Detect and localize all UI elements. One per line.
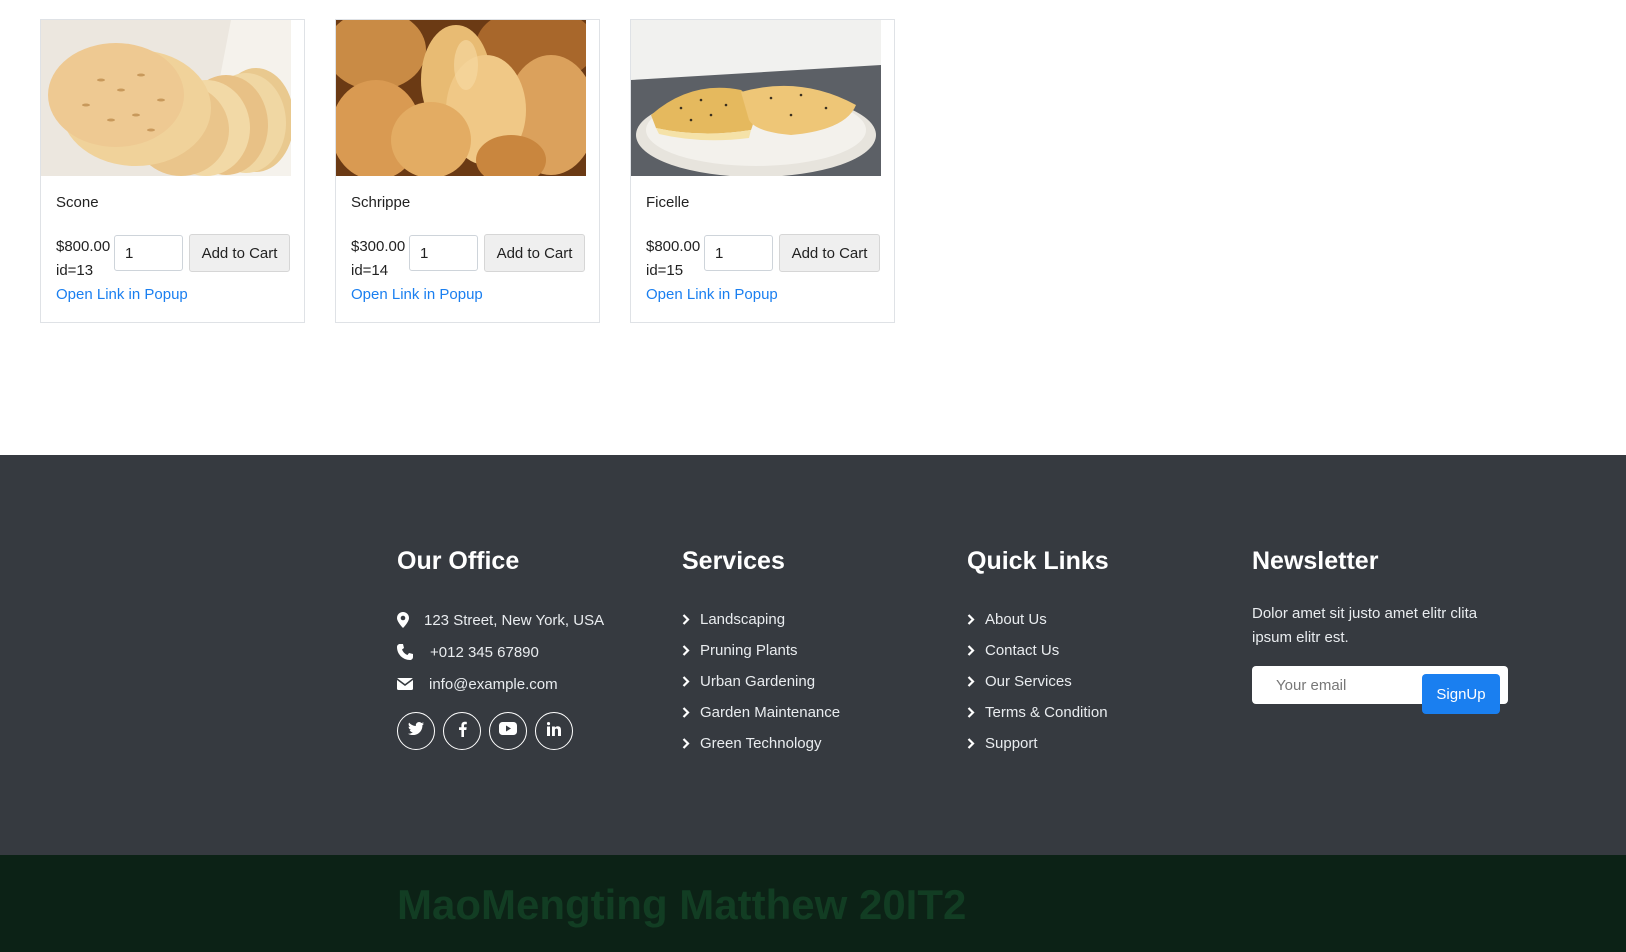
chevron-right-icon bbox=[967, 707, 985, 718]
site-footer: Our Office 123 Street, New York, USA +01… bbox=[0, 455, 1626, 855]
product-id: id=14 bbox=[351, 262, 389, 279]
email-input[interactable] bbox=[1252, 666, 1422, 704]
chevron-right-icon bbox=[682, 614, 700, 625]
product-price: $800.00 bbox=[646, 238, 701, 255]
phone-icon bbox=[397, 644, 425, 660]
address-line: 123 Street, New York, USA bbox=[397, 604, 604, 636]
chevron-right-icon bbox=[967, 738, 985, 749]
address-text: 123 Street, New York, USA bbox=[424, 611, 605, 629]
quick-links-column: Quick Links About Us Contact Us Our Serv… bbox=[967, 547, 1109, 759]
service-link-label: Landscaping bbox=[700, 611, 786, 628]
quick-link-label: Terms & Condition bbox=[985, 704, 1108, 721]
newsletter-text: Dolor amet sit justo amet elitr clita ip… bbox=[1252, 605, 1478, 646]
quick-links-title: Quick Links bbox=[967, 547, 1109, 575]
product-grid: Scone $800.00 id=13 Add to Cart Open Lin… bbox=[40, 19, 900, 323]
chevron-right-icon bbox=[682, 738, 700, 749]
chevron-right-icon bbox=[967, 614, 985, 625]
quick-link[interactable]: Support bbox=[967, 728, 1109, 759]
twitter-icon bbox=[408, 722, 424, 740]
quick-link-label: Contact Us bbox=[985, 642, 1060, 659]
product-card: Schrippe $300.00 id=14 Add to Cart Open … bbox=[335, 19, 600, 323]
youtube-icon bbox=[499, 722, 517, 740]
quick-link-label: About Us bbox=[985, 611, 1047, 628]
services-column: Services Landscaping Pruning Plants Urba… bbox=[682, 547, 840, 759]
facebook-icon bbox=[458, 721, 467, 742]
service-link-label: Green Technology bbox=[700, 735, 822, 752]
email-line: info@example.com bbox=[397, 668, 604, 700]
quick-link-label: Our Services bbox=[985, 673, 1072, 690]
quick-link[interactable]: Contact Us bbox=[967, 635, 1109, 666]
linkedin-icon bbox=[546, 721, 561, 741]
newsletter-title: Newsletter bbox=[1252, 547, 1379, 575]
chevron-right-icon bbox=[967, 676, 985, 687]
product-name: Schrippe bbox=[351, 194, 411, 211]
quantity-input[interactable] bbox=[409, 235, 478, 271]
flatbread-image bbox=[41, 20, 291, 176]
linkedin-button[interactable] bbox=[535, 712, 573, 750]
open-popup-link[interactable]: Open Link in Popup bbox=[56, 286, 188, 303]
author-credit: MaoMengting Matthew 20IT2 bbox=[397, 881, 967, 928]
service-link-label: Pruning Plants bbox=[700, 642, 798, 659]
quantity-input[interactable] bbox=[114, 235, 183, 271]
service-link-label: Garden Maintenance bbox=[700, 704, 841, 721]
add-to-cart-button[interactable]: Add to Cart bbox=[484, 234, 585, 272]
product-price: $800.00 bbox=[56, 238, 111, 255]
chevron-right-icon bbox=[682, 676, 700, 687]
service-link[interactable]: Garden Maintenance bbox=[682, 697, 840, 728]
youtube-button[interactable] bbox=[489, 712, 527, 750]
envelope-icon bbox=[397, 678, 424, 690]
product-price: $300.00 bbox=[351, 238, 406, 255]
product-card: Ficelle $800.00 id=15 Add to Cart Open L… bbox=[630, 19, 895, 323]
bread-rolls-image bbox=[336, 20, 586, 176]
signup-button[interactable]: SignUp bbox=[1422, 674, 1500, 714]
office-title: Our Office bbox=[397, 547, 520, 575]
quick-link[interactable]: Our Services bbox=[967, 666, 1109, 697]
quick-link-label: Support bbox=[985, 735, 1038, 752]
product-card: Scone $800.00 id=13 Add to Cart Open Lin… bbox=[40, 19, 305, 323]
add-to-cart-button[interactable]: Add to Cart bbox=[779, 234, 880, 272]
open-popup-link[interactable]: Open Link in Popup bbox=[351, 286, 483, 303]
email-text: info@example.com bbox=[429, 675, 558, 693]
chevron-right-icon bbox=[682, 707, 700, 718]
product-name: Ficelle bbox=[646, 194, 690, 211]
open-popup-link[interactable]: Open Link in Popup bbox=[646, 286, 778, 303]
services-title: Services bbox=[682, 547, 785, 575]
service-link[interactable]: Urban Gardening bbox=[682, 666, 840, 697]
product-id: id=13 bbox=[56, 262, 94, 279]
phone-text: +012 345 67890 bbox=[430, 643, 539, 661]
phone-line: +012 345 67890 bbox=[397, 636, 604, 668]
service-link[interactable]: Green Technology bbox=[682, 728, 840, 759]
quantity-input[interactable] bbox=[704, 235, 773, 271]
facebook-button[interactable] bbox=[443, 712, 481, 750]
quick-link[interactable]: About Us bbox=[967, 604, 1109, 635]
copyright-bar: MaoMengting Matthew 20IT2 bbox=[0, 855, 1626, 952]
service-link[interactable]: Landscaping bbox=[682, 604, 840, 635]
chevron-right-icon bbox=[682, 645, 700, 656]
service-link-label: Urban Gardening bbox=[700, 673, 816, 690]
add-to-cart-button[interactable]: Add to Cart bbox=[189, 234, 290, 272]
chevron-right-icon bbox=[967, 645, 985, 656]
product-name: Scone bbox=[56, 194, 99, 211]
newsletter-form: SignUp bbox=[1252, 666, 1508, 714]
social-links bbox=[397, 712, 604, 750]
office-column: Our Office 123 Street, New York, USA +01… bbox=[397, 547, 604, 750]
twitter-button[interactable] bbox=[397, 712, 435, 750]
product-id: id=15 bbox=[646, 262, 684, 279]
focaccia-image bbox=[631, 20, 881, 176]
service-link[interactable]: Pruning Plants bbox=[682, 635, 840, 666]
newsletter-column: Newsletter Dolor amet sit justo amet eli… bbox=[1252, 547, 1508, 714]
quick-link[interactable]: Terms & Condition bbox=[967, 697, 1109, 728]
map-marker-icon bbox=[397, 612, 419, 628]
